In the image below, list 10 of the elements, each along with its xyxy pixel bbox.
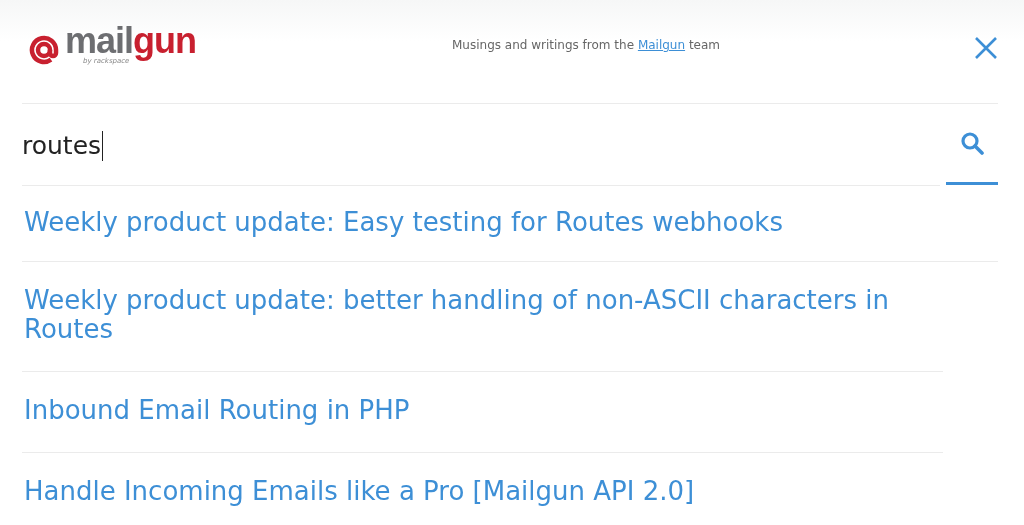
search-icon — [960, 131, 984, 155]
mailgun-link[interactable]: Mailgun — [637, 38, 686, 52]
result-link[interactable]: Weekly product update: Easy testing for Routes webhooks — [22, 186, 998, 262]
result-link[interactable]: Handle Incoming Emails like a Pro [Mailgun API 2.0] — [22, 453, 943, 525]
tagline: Musings and writings from the Mailgun team — [451, 38, 722, 52]
search-field[interactable]: routes — [22, 104, 940, 186]
logo-text: gun — [133, 20, 197, 61]
result-link[interactable]: Inbound Email Routing in PHP — [22, 372, 943, 453]
result-link[interactable]: Weekly product update: better handling of non-ASCII characters in Routes — [22, 262, 943, 372]
close-icon[interactable] — [974, 36, 998, 60]
